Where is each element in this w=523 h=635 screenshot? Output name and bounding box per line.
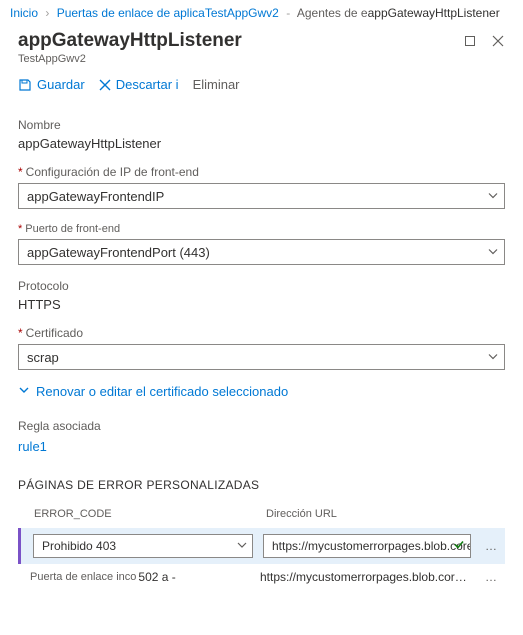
save-icon [18,78,32,92]
associated-rule-link[interactable]: rule1 [18,439,47,454]
breadcrumb-current: appGatewayHttpListener [368,6,500,20]
protocol-value: HTTPS [18,297,505,312]
breadcrumb-appgw[interactable]: TestAppGwv2 [205,6,279,20]
custom-error-table: ERROR_CODE Dirección URL Prohibido 403 h… [18,508,505,590]
row-more-button[interactable]: … [481,570,501,584]
chevron-right-icon: › [45,6,49,20]
delete-button[interactable]: Eliminar [193,77,240,92]
chevron-down-icon [18,384,30,399]
custom-error-section-header: PÁGINAS DE ERROR PERSONALIZADAS [18,478,505,492]
chevron-down-icon [237,539,247,553]
error-url-value: https://mycustomerrorpages.blob.core.win… [260,570,471,584]
error-code-label: Puerta de enlace inco [30,571,136,583]
error-code-select[interactable]: Prohibido 403 [33,534,253,558]
breadcrumb-home[interactable]: Inicio [10,6,38,20]
chevron-down-icon [488,350,498,365]
frontend-port-select[interactable]: appGatewayFrontendPort (443) [18,239,505,265]
row-more-button[interactable]: … [481,539,501,553]
error-url-input[interactable]: https://mycustomerrorpages.blob.core.w [263,534,471,558]
restore-window-button[interactable] [459,30,481,52]
associated-rule-label: Regla asociada [18,419,505,433]
command-bar: Guardar Descartar i Eliminar [0,67,523,100]
breadcrumb: Inicio › Puertas de enlace de aplicaTest… [0,0,523,24]
frontend-port-label: *Puerto de front-end [18,223,505,235]
close-icon [99,79,111,91]
table-row: Prohibido 403 https://mycustomerrorpages… [18,528,505,564]
certificate-label: *Certificado [18,326,505,340]
close-button[interactable] [487,30,509,52]
name-label: Nombre [18,118,505,132]
discard-button[interactable]: Descartar i [99,77,179,92]
frontend-ip-label: *Configuración de IP de front-end [18,165,505,179]
col-url: Dirección URL [266,508,501,520]
certificate-select[interactable]: scrap [18,344,505,370]
chevron-down-icon [488,245,498,260]
name-value: appGatewayHttpListener [18,136,505,151]
page-title: appGatewayHttpListener [18,30,453,52]
breadcrumb-appgw-list[interactable]: Puertas de enlace de aplica [57,6,205,20]
page-subtitle: TestAppGwv2 [18,53,453,65]
col-error-code: ERROR_CODE [34,508,254,520]
chevron-down-icon [488,189,498,204]
table-row: Puerta de enlace inco 502 a - https://my… [18,564,505,590]
save-button[interactable]: Guardar [18,77,85,92]
chevron-right-icon: - [286,6,290,20]
breadcrumb-listeners: Agentes de e [297,6,368,20]
protocol-label: Protocolo [18,279,505,293]
frontend-ip-select[interactable]: appGatewayFrontendIP [18,183,505,209]
checkmark-icon [453,539,465,554]
error-code-value: 502 a - [138,570,175,584]
renew-certificate-link[interactable]: Renovar o editar el certificado seleccio… [18,384,505,399]
